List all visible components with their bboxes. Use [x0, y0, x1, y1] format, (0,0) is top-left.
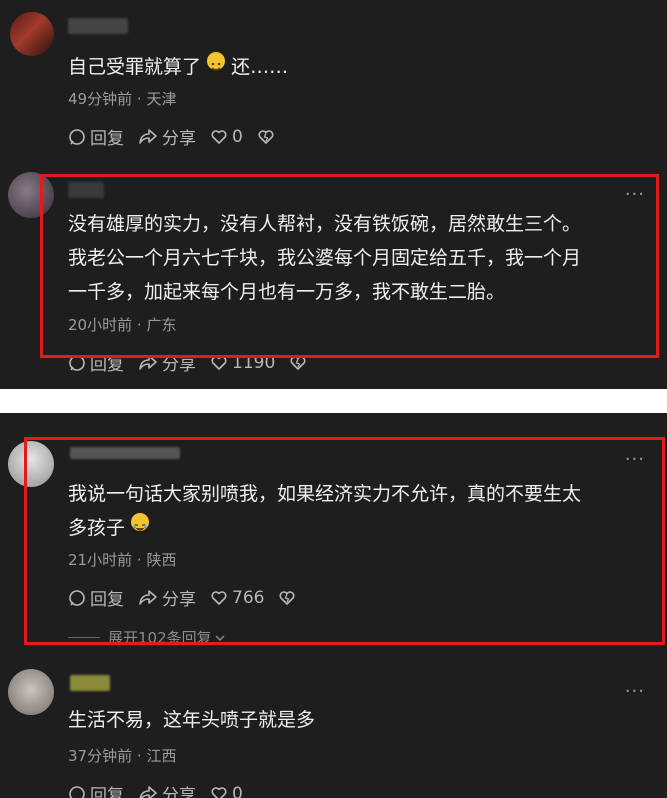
comment-meta: 49分钟前 · 天津: [68, 88, 176, 109]
dislike-heart-icon: [258, 129, 274, 144]
avatar[interactable]: [10, 12, 54, 56]
share-icon: [139, 785, 157, 798]
username-blurred[interactable]: [68, 18, 128, 34]
share-label: 分享: [162, 129, 196, 149]
share-button[interactable]: 分享: [138, 781, 196, 798]
reply-label: 回复: [90, 786, 124, 798]
comment-line: 自己受罪就算了: [68, 56, 202, 78]
like-count: 0: [232, 126, 243, 147]
comment-line: 还……: [231, 56, 289, 78]
comment-actions: 回复 分享 0: [68, 124, 293, 149]
comment-line: 生活不易，这年头喷子就是多: [68, 709, 316, 731]
meta-separator: ·: [136, 90, 142, 108]
share-button[interactable]: 分享: [138, 124, 196, 149]
comment-location: 江西: [146, 747, 177, 765]
meta-separator: ·: [136, 747, 142, 765]
smiling-emoji: [207, 52, 226, 71]
share-icon: [139, 128, 157, 144]
reply-button[interactable]: 回复: [68, 781, 124, 798]
comment-actions: 回复 分享 0: [68, 781, 257, 798]
more-icon[interactable]: ···: [625, 683, 645, 701]
comment-panel-bottom: ··· 我说一句话大家别喷我，如果经济实力不允许，真的不要生太 多孩子 21小时…: [0, 413, 667, 798]
like-count: 0: [232, 783, 243, 798]
reply-label: 回复: [90, 129, 124, 149]
like-button[interactable]: 0: [210, 784, 243, 798]
comment-text: 生活不易，这年头喷子就是多: [68, 703, 315, 737]
heart-icon: [211, 786, 227, 798]
heart-icon: [211, 129, 227, 144]
comment-panel-top: 自己受罪就算了 还…… 49分钟前 · 天津 回复 分享 0 ··· 没有雄厚的…: [0, 0, 667, 389]
comment-text: 自己受罪就算了 还……: [68, 50, 288, 84]
avatar[interactable]: [8, 669, 54, 715]
dislike-button[interactable]: [257, 128, 279, 146]
comment-time: 37分钟前: [68, 747, 133, 765]
username-blurred[interactable]: [70, 675, 110, 691]
comment-time: 49分钟前: [68, 90, 133, 108]
share-label: 分享: [162, 786, 196, 798]
highlight-box: [40, 174, 659, 358]
comment-icon: [69, 128, 85, 145]
like-button[interactable]: 0: [210, 127, 243, 147]
comment-location: 天津: [146, 90, 177, 108]
comment-meta: 37分钟前 · 江西: [68, 745, 176, 766]
reply-button[interactable]: 回复: [68, 124, 124, 149]
comment-icon: [69, 785, 85, 798]
highlight-box: [24, 437, 665, 645]
